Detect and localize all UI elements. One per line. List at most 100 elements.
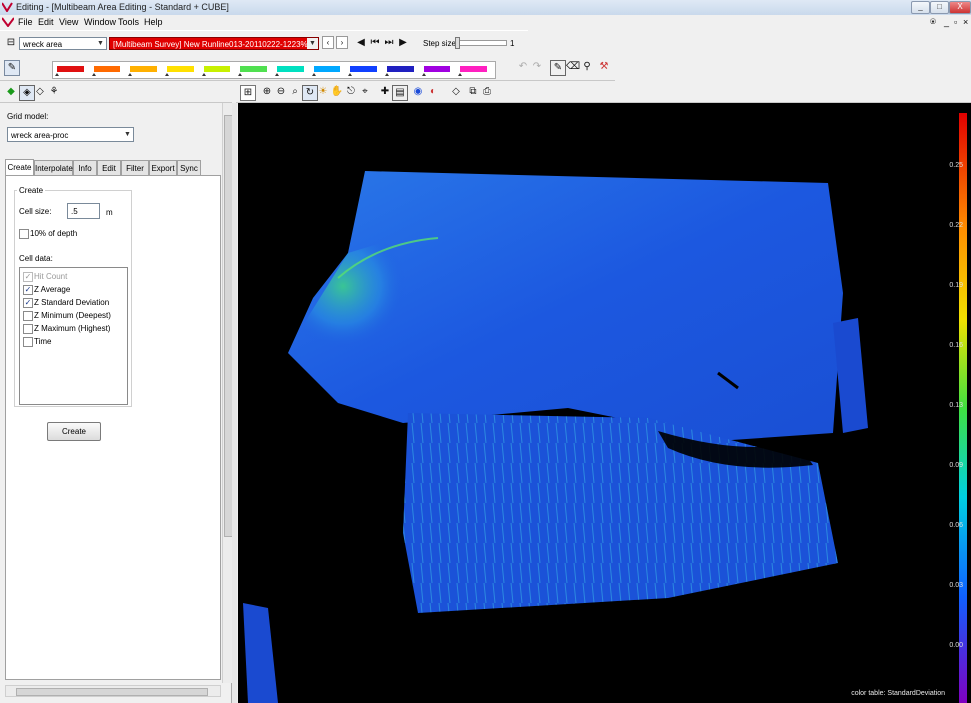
copy-view-icon[interactable]: ⧉ [466, 85, 480, 99]
reject-icon[interactable]: ⌫ [566, 60, 580, 74]
close-window-button[interactable]: X [949, 1, 971, 14]
document-menu-icon[interactable] [2, 17, 14, 27]
tab-info[interactable]: Info [73, 160, 97, 175]
runline-combo[interactable]: [Multibeam Survey] New Runline013-201102… [109, 37, 319, 50]
menu-tools[interactable]: Tools [118, 17, 139, 27]
chevron-down-icon: ▼ [124, 131, 131, 138]
color-range-strip[interactable] [52, 61, 496, 79]
tool-icon[interactable]: ⚒ [597, 60, 611, 74]
color-dropdown-icon[interactable]: ◐ [426, 85, 440, 99]
tab-edit[interactable]: Edit [97, 160, 121, 175]
color-stop-marker[interactable] [385, 73, 389, 76]
color-stop-marker[interactable] [311, 73, 316, 76]
color-swatch[interactable] [203, 66, 231, 72]
light-icon[interactable]: ☀ [316, 85, 330, 99]
create-button[interactable]: Create [47, 422, 101, 441]
minimize-button[interactable]: _ [911, 1, 930, 14]
snapshot-icon[interactable]: ⎙ [480, 85, 494, 99]
area-selector-icon[interactable]: ⊟ [4, 36, 18, 50]
color-stop-marker[interactable] [91, 73, 96, 76]
color-swatch[interactable] [460, 66, 487, 72]
grid-toggle-icon[interactable]: ▤ [392, 85, 408, 101]
menu-help[interactable]: Help [144, 17, 163, 27]
cell-data-checkbox[interactable]: ✓ [23, 285, 33, 295]
brush-icon[interactable]: ⚘ [47, 85, 61, 99]
cell-data-list[interactable]: ✓ Hit Count ✓ Z Average ✓ Z Standard Deviatio… [19, 267, 128, 405]
fit-view-icon[interactable]: ⊞ [240, 85, 256, 101]
color-swatch[interactable] [240, 66, 267, 72]
pan-icon[interactable]: ✋ [330, 85, 344, 99]
color-stop-marker[interactable] [458, 73, 463, 76]
step-forward-icon[interactable]: ▶ [396, 36, 410, 50]
maximize-button[interactable]: □ [930, 1, 949, 14]
color-stop-marker[interactable] [128, 73, 133, 76]
tab-create[interactable]: Create [5, 159, 34, 176]
help-pointer-icon[interactable]: ⍟ [930, 17, 936, 28]
mdi-minimize-button[interactable]: _ [944, 17, 949, 27]
color-swatch[interactable] [423, 66, 451, 72]
cell-data-checkbox[interactable]: ✓ [23, 298, 33, 308]
color-swatch[interactable] [350, 66, 377, 72]
menu-file[interactable]: File [18, 17, 33, 27]
cell-data-checkbox[interactable]: ✓ [23, 272, 33, 282]
3d-viewport[interactable]: 0.25 0.22 0.19 0.16 0.13 0.09 0.06 0.03 0.00 col… [238, 103, 971, 703]
color-swatch[interactable] [167, 66, 194, 72]
mdi-restore-button[interactable]: ▫ [954, 17, 957, 27]
cell-data-label: Cell data: [19, 254, 53, 263]
zoom-window-icon[interactable]: ⌕ [288, 85, 302, 99]
color-stop-marker[interactable] [275, 73, 279, 76]
last-icon[interactable]: ⏭ [382, 36, 396, 50]
menu-edit[interactable]: Edit [38, 17, 54, 27]
color-stop-marker[interactable] [55, 73, 59, 76]
tab-filter[interactable]: Filter [121, 160, 149, 175]
depth-percent-checkbox[interactable] [19, 229, 29, 239]
surface-icon[interactable]: ◆ [4, 85, 18, 99]
color-stop-marker[interactable] [421, 73, 426, 76]
cell-data-checkbox[interactable] [23, 311, 33, 321]
grid-model-combo[interactable]: wreck area-proc ▼ [7, 127, 134, 142]
edit-pencil-icon[interactable]: ✎ [550, 60, 566, 76]
redo-icon[interactable]: ↷ [530, 60, 544, 74]
zoom-in-icon[interactable]: ⊕ [260, 85, 274, 99]
area-combo[interactable]: wreck area ▼ [19, 37, 107, 50]
panel-horizontal-scrollbar[interactable] [5, 685, 221, 697]
menu-window[interactable]: Window [84, 17, 116, 27]
cell-size-input[interactable]: .5 [67, 203, 100, 219]
measure-icon[interactable]: ⌖ [358, 85, 372, 99]
color-swatch[interactable] [277, 66, 304, 72]
color-mode-icon[interactable]: ✎ [4, 60, 20, 76]
tab-interpolate[interactable]: Interpolate [34, 160, 73, 175]
color-stop-marker[interactable] [348, 73, 353, 76]
color-swatch[interactable] [93, 66, 121, 72]
color-stop-marker[interactable] [165, 73, 169, 76]
color-swatch[interactable] [57, 66, 84, 72]
crosshair-icon[interactable]: ✚ [378, 85, 392, 99]
tab-sync[interactable]: Sync [177, 160, 201, 175]
tab-export[interactable]: Export [149, 160, 177, 175]
color-swatch[interactable] [313, 66, 341, 72]
undo-icon[interactable]: ↶ [516, 60, 530, 74]
step-slider-handle[interactable] [455, 37, 460, 49]
step-size-slider[interactable] [455, 37, 507, 49]
zoom-out-icon[interactable]: ⊖ [274, 85, 288, 99]
next-line-button[interactable]: › [336, 36, 348, 49]
layers-icon[interactable]: ◇ [33, 85, 47, 99]
bathymetry-surface[interactable] [238, 103, 971, 703]
horizontal-scroll-thumb[interactable] [16, 688, 208, 696]
accept-icon[interactable]: ⚲ [580, 60, 594, 74]
first-icon[interactable]: ⏮ [368, 36, 382, 50]
step-back-icon[interactable]: ◀ [354, 36, 368, 50]
color-stop-marker[interactable] [201, 73, 206, 76]
mdi-close-button[interactable]: × [963, 17, 968, 27]
cell-data-checkbox[interactable] [23, 324, 33, 334]
color-swatch[interactable] [130, 66, 157, 72]
color-stop-marker[interactable] [238, 73, 243, 76]
shading-icon[interactable]: ◇ [449, 85, 463, 99]
color-palette-icon[interactable]: ◉ [411, 85, 425, 99]
menu-view[interactable]: View [59, 17, 78, 27]
previous-line-button[interactable]: ‹ [322, 36, 334, 49]
select-icon[interactable]: ⎋ [344, 85, 358, 99]
panel-splitter[interactable] [232, 103, 237, 703]
color-swatch[interactable] [387, 66, 414, 72]
cell-data-checkbox[interactable] [23, 337, 33, 347]
